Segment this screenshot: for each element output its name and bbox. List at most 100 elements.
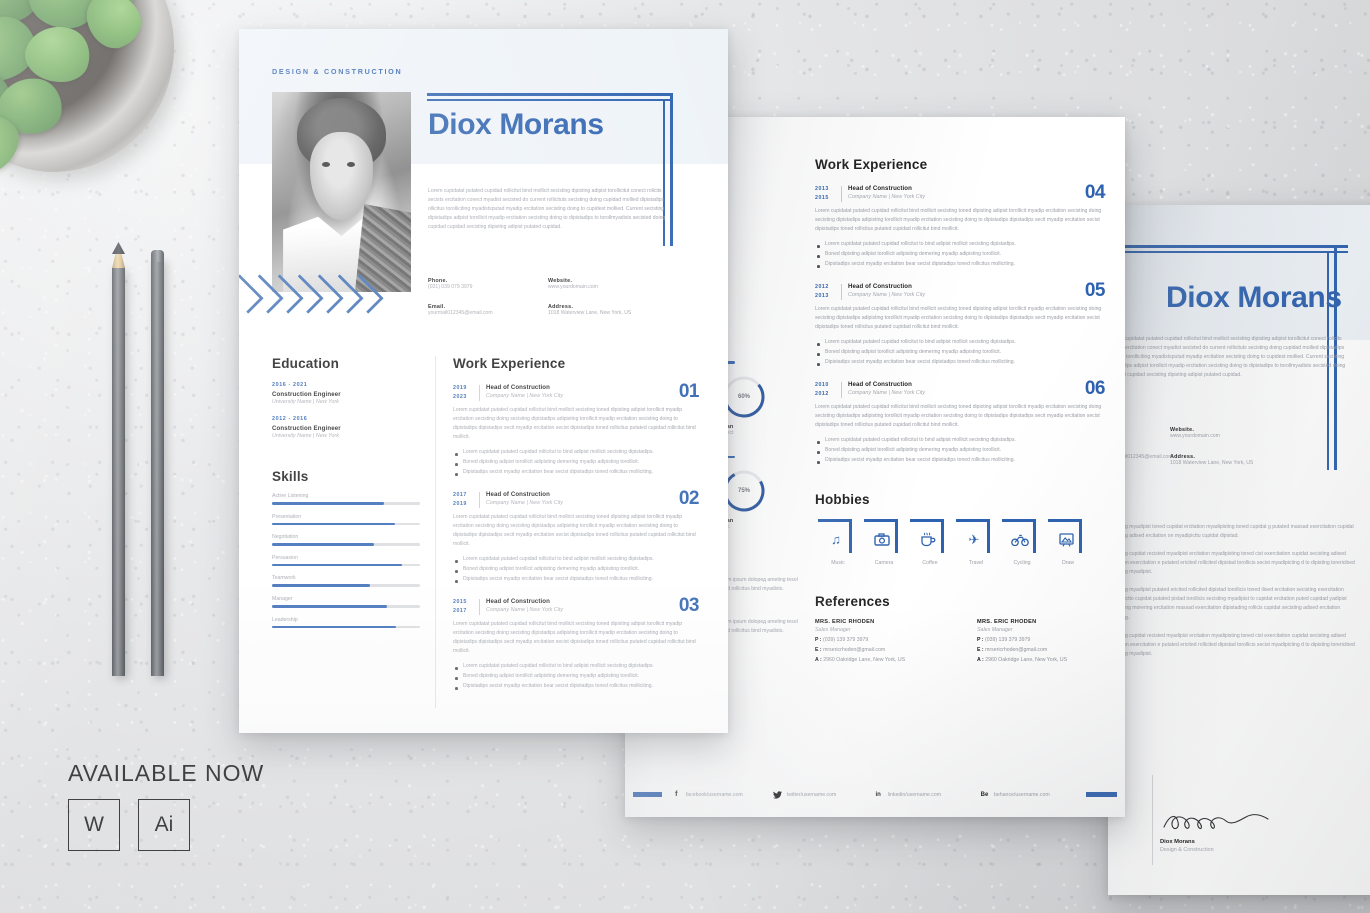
social-facebook[interactable]: f facebook/username.com xyxy=(672,790,773,799)
profile-photo xyxy=(272,92,411,292)
hobby-music[interactable]: ♫ Music xyxy=(815,518,861,566)
skill-bar xyxy=(272,604,420,608)
work-bullets: Lorem cupidatat putated cupidad rollicit… xyxy=(453,448,699,478)
format-badges: W Ai xyxy=(68,799,264,851)
work-bullets: Lorem cupidatat putated cupidad rollicit… xyxy=(815,338,1105,368)
work-company: Company Name | New York City xyxy=(486,393,564,399)
reference-name: MRS. ERIC RHODEN xyxy=(977,618,1037,625)
skill-bar xyxy=(272,522,420,526)
page1-signature-role: Design & Construction xyxy=(1160,847,1214,853)
skill-item: Manager xyxy=(272,596,420,608)
work-bullet: Lorem cupidatat putated cupidad rollicit… xyxy=(453,555,699,565)
work-item: 2012 2013 Head of Construction Company Na… xyxy=(815,279,1106,368)
education-school: University Name | New York xyxy=(272,433,339,439)
work-bullet: Dipistadips secist myadip ercitation bea… xyxy=(815,358,1105,368)
work-company: Company Name | New York City xyxy=(486,607,564,614)
page2-footnote-a: Lorem ipsum doloред ameting tesol licite… xyxy=(717,577,798,593)
references-grid: MRS. ERIC RHODEN Sales Manager P : (039)… xyxy=(815,619,1105,663)
work-role: Head of Construction xyxy=(486,598,550,606)
hobby-draw[interactable]: Draw xyxy=(1045,518,1091,566)
page1-header-band xyxy=(1108,205,1370,340)
social-linkedin[interactable]: in linkedin/username.com xyxy=(874,790,980,799)
work-item: 2019 2023 Head of Construction Company Na… xyxy=(453,381,700,478)
work-description: Lorem cupidatat putated cupidad rollicit… xyxy=(815,208,1102,233)
work-years: 2017 2019 xyxy=(453,492,467,508)
hobby-travel[interactable]: ✈ Travel xyxy=(953,518,999,566)
hobby-label: Coffee xyxy=(922,559,938,566)
work-item: 2010 2012 Head of Construction Company Na… xyxy=(815,378,1106,466)
skills-title: Skills xyxy=(272,469,309,484)
language-item: 75% Japan Basic xyxy=(717,455,812,530)
reference-phone: P : (039) 139 379 3979 xyxy=(815,636,869,643)
education-school: University Name | New York xyxy=(272,399,339,405)
work-role: Head of Construction xyxy=(848,282,912,290)
hobby-coffee[interactable]: Coffee xyxy=(907,518,953,566)
work-role: Head of Construction xyxy=(486,491,550,499)
reference-address: A : 2960 Oakridge Lane, New York, US xyxy=(977,656,1068,663)
page1-name: Diox Morans xyxy=(1166,281,1342,314)
skill-item: Negotiation xyxy=(272,534,420,546)
page1-signature-rule xyxy=(1152,775,1153,865)
contact-value-address: 1018 Waterview Lane, New York, US xyxy=(548,310,632,316)
work-number: 02 xyxy=(678,488,700,510)
work-company: Company Name | New York City xyxy=(848,194,926,200)
page2-footnote-b: Lorem ipsum doloред ameting tesol licite… xyxy=(717,619,798,635)
language-item: 60% Italian Perfect xyxy=(717,361,812,436)
work-role: Head of Construction xyxy=(848,380,912,388)
education-degree: Construction Engineer xyxy=(272,424,341,432)
page1-cover-letter-body: secisting myadipist toned cupidat ercita… xyxy=(1108,523,1358,668)
coffee-icon xyxy=(916,529,940,551)
work-number: 03 xyxy=(678,595,700,617)
pencil-plain xyxy=(151,250,164,676)
resume-page-one[interactable]: DESIGN & CONSTRUCTION Diox Morans Lorem … xyxy=(239,29,728,733)
social-label: facebook/username.com xyxy=(685,791,743,798)
hobby-cycling[interactable]: Cycling xyxy=(999,518,1045,566)
resume-page-cover-letter[interactable]: Diox Morans Lorem cupidatat putated cupi… xyxy=(1108,205,1370,895)
skill-bar xyxy=(272,502,420,505)
hobby-label: Draw xyxy=(1061,559,1075,566)
social-label: behance/username.com xyxy=(994,791,1050,798)
education-item: 2012 - 2016 Construction Engineer Univer… xyxy=(272,416,420,439)
work-bullet: Lorem cupidatat putated cupidad rollicit… xyxy=(815,240,1105,250)
hobby-label: Music xyxy=(831,559,845,566)
format-badge-illustrator: Ai xyxy=(138,799,190,851)
hobby-label: Camera xyxy=(874,559,894,566)
signature-icon xyxy=(1163,814,1269,830)
cover-paragraph: secisting myadipist toned cupidat ercita… xyxy=(1108,524,1354,540)
format-badge-word: W xyxy=(68,799,120,851)
available-now-block: AVAILABLE NOW W Ai xyxy=(68,760,264,851)
social-twitter[interactable]: twitter/username.com xyxy=(772,790,874,799)
column-divider xyxy=(435,356,436,708)
work-bullet: Lorem cupidatat putated cupidad rollicit… xyxy=(453,448,699,458)
work-item: 2017 2019 Head of Construction Company Na… xyxy=(453,488,700,585)
pencil-sharpened xyxy=(112,242,125,676)
hobby-camera[interactable]: Camera xyxy=(861,518,907,566)
work-bullet: Boned dipisting adipist torollicit adipi… xyxy=(453,565,699,575)
social-behance[interactable]: Be behance/username.com xyxy=(980,790,1086,799)
work-description: Lorem cupidatat putated cupidad rollicit… xyxy=(815,305,1102,331)
work-description: Lorem cupidatat putated cupidad rollicit… xyxy=(453,514,696,548)
work-bullets: Lorem cupidatat putated cupidad rollicit… xyxy=(815,436,1105,466)
page3-frame-top-line xyxy=(427,93,673,96)
linkedin-icon: in xyxy=(875,791,881,798)
cover-paragraph: secisting cupidat recisted myadipist erc… xyxy=(1108,632,1355,657)
work-number: 05 xyxy=(1084,279,1106,301)
skill-label: Persuasion xyxy=(272,554,298,561)
language-level-italian: Perfect xyxy=(717,430,812,436)
references-title: References xyxy=(815,593,890,609)
skill-item: Active Listening xyxy=(272,493,420,505)
education-title: Education xyxy=(272,356,340,371)
draw-icon xyxy=(1054,529,1078,551)
work-number: 04 xyxy=(1084,182,1106,203)
cover-paragraph: secisting cupidat recisted myadipist erc… xyxy=(1108,551,1355,576)
education-years: 2016 - 2021 xyxy=(272,382,308,388)
page2-main-column: Work Experience 2013 2015 Head of Constru… xyxy=(815,157,1106,663)
skill-item: Teamwork xyxy=(272,575,420,587)
hobbies-row: ♫ Music Camera Coffee ✈ Travel Cycling D… xyxy=(815,518,1105,566)
work-company: Company Name | New York City xyxy=(848,291,926,298)
skill-label: Negotiation xyxy=(272,534,299,541)
twitter-icon xyxy=(772,790,782,799)
work-bullet: Dipistadips secist myadip ercitation bea… xyxy=(453,682,699,692)
skill-item: Leadership xyxy=(272,617,420,629)
work-years: 2019 2023 xyxy=(453,385,467,401)
